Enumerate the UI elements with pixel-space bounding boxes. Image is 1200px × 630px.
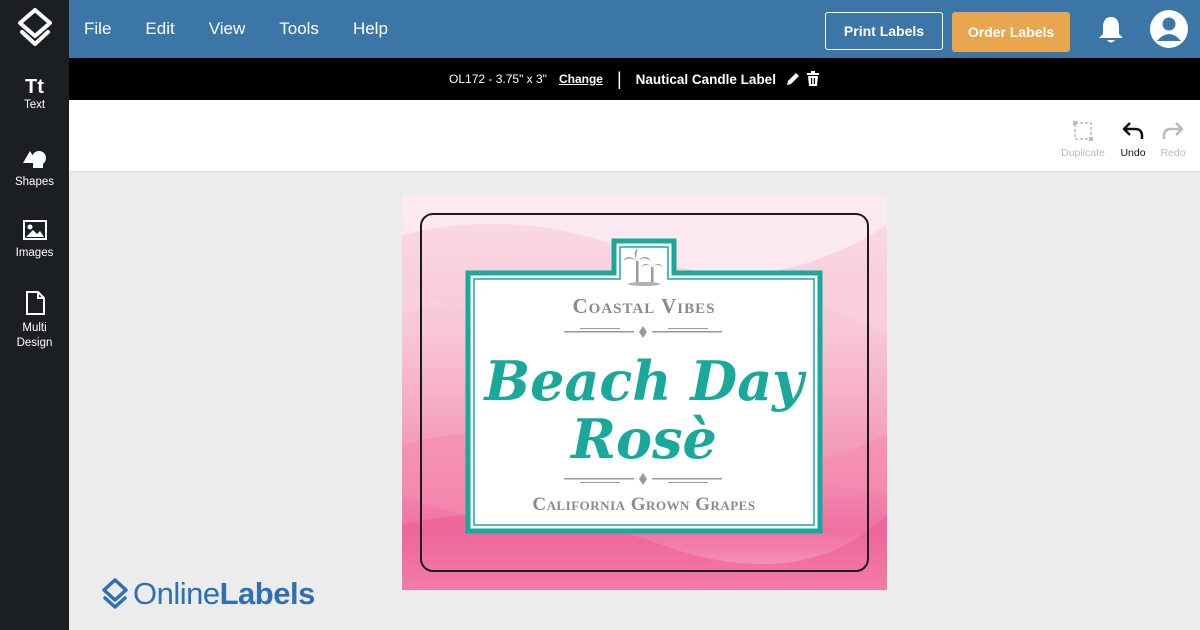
order-labels-button[interactable]: Order Labels [952, 12, 1070, 52]
divider: | [616, 68, 622, 89]
sidebar-item-shapes[interactable]: Shapes [0, 148, 69, 190]
label-info-bar: OL172 - 3.75" x 3" Change | Nautical Can… [69, 58, 1200, 100]
label-top-text[interactable]: Coastal Vibes [573, 294, 716, 318]
images-icon [22, 220, 47, 240]
brand-name-part2: Labels [219, 576, 316, 611]
main-menu: File Edit View Tools Help [84, 0, 422, 58]
duplicate-button[interactable]: Duplicate [1058, 120, 1108, 159]
multi-design-icon [25, 291, 45, 315]
top-bar: File Edit View Tools Help Print Labels O… [0, 0, 1200, 58]
brand-name-part1: Online [133, 576, 220, 611]
text-icon: Tt [25, 76, 44, 98]
left-sidebar: Tt Text Shapes Images Multi Design [0, 58, 69, 630]
app-logo[interactable] [0, 0, 69, 58]
menu-tools[interactable]: Tools [279, 19, 319, 39]
menu-file[interactable]: File [84, 19, 111, 39]
print-labels-button[interactable]: Print Labels [825, 12, 943, 50]
menu-view[interactable]: View [209, 19, 246, 39]
undo-icon [1122, 122, 1144, 139]
user-avatar[interactable] [1150, 10, 1188, 48]
redo-label: Redo [1160, 147, 1186, 159]
trash-icon[interactable] [806, 71, 820, 87]
label-bottom-text[interactable]: California Grown Grapes [532, 494, 755, 515]
shapes-icon [22, 151, 46, 168]
sidebar-item-label: Multi [22, 322, 47, 334]
user-icon [1157, 17, 1181, 41]
label-artwork: Coastal Vibes Beach Day Rosè California … [402, 195, 887, 590]
label-title-line2[interactable]: Rosè [569, 407, 717, 471]
menu-edit[interactable]: Edit [145, 19, 174, 39]
onlinelabels-brand: OnlineLabels [100, 574, 315, 614]
label-size: OL172 - 3.75" x 3" [449, 72, 547, 86]
sidebar-item-text[interactable]: Tt Text [0, 76, 69, 113]
edit-toolbar: Duplicate Undo Redo [69, 100, 1200, 172]
label-title-line1[interactable]: Beach Day [482, 349, 807, 413]
change-size-link[interactable]: Change [559, 72, 603, 86]
sidebar-item-label: Text [23, 99, 46, 111]
duplicate-label: Duplicate [1061, 147, 1105, 159]
bell-icon[interactable] [1096, 14, 1126, 46]
menu-help[interactable]: Help [353, 19, 388, 39]
layers-logo-icon [17, 8, 52, 46]
design-name: Nautical Candle Label [635, 71, 776, 87]
sidebar-item-images[interactable]: Images [0, 219, 69, 261]
redo-button[interactable]: Redo [1148, 120, 1198, 159]
duplicate-icon [1073, 121, 1093, 141]
brand-name: OnlineLabels [133, 576, 315, 612]
pencil-icon[interactable] [785, 71, 801, 87]
sidebar-item-label: Images [15, 247, 54, 259]
sidebar-item-label: Design [16, 337, 53, 349]
sidebar-item-multi-design[interactable]: Multi Design [0, 290, 69, 351]
onlinelabels-logo-icon [102, 578, 128, 609]
redo-icon [1162, 122, 1184, 139]
sidebar-item-label: Shapes [14, 176, 54, 188]
label-canvas[interactable]: Coastal Vibes Beach Day Rosè California … [402, 195, 887, 590]
